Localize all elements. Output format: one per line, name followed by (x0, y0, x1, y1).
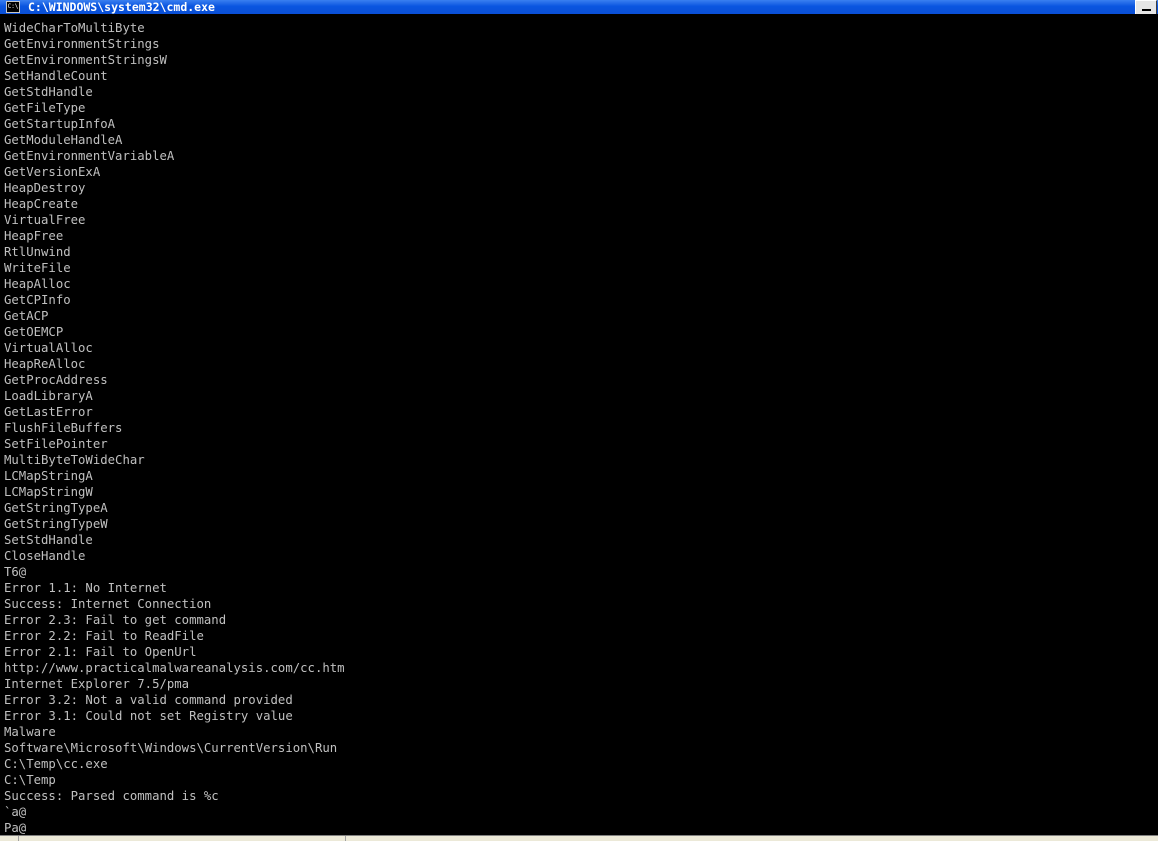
horizontal-scrollbar[interactable] (0, 835, 1158, 841)
console-line: Error 1.1: No Internet (4, 581, 167, 595)
console-line: GetOEMCP (4, 325, 64, 339)
console-line: Success: Parsed command is %c (4, 789, 219, 803)
console-line: Malware (4, 725, 56, 739)
console-line: GetEnvironmentStrings (4, 37, 160, 51)
cmd-window: C:\ C:\WINDOWS\system32\cmd.exe WideChar… (0, 0, 1158, 841)
console-line: T6@ (4, 565, 27, 579)
console-line: C:\Temp (4, 773, 56, 787)
console-line: LoadLibraryA (4, 389, 93, 403)
console-line: GetLastError (4, 405, 93, 419)
console-line: Error 2.3: Fail to get command (4, 613, 227, 627)
console-line: GetEnvironmentStringsW (4, 53, 167, 67)
console-line: LCMapStringA (4, 469, 93, 483)
console-line: C:\Temp\cc.exe (4, 757, 108, 771)
console-line: GetStartupInfoA (4, 117, 116, 131)
console-line: CloseHandle (4, 549, 86, 563)
console-line: Error 3.1: Could not set Registry value (4, 709, 293, 723)
console-line: WideCharToMultiByte (4, 21, 145, 35)
console-line: GetStdHandle (4, 85, 93, 99)
console-line: GetStringTypeW (4, 517, 108, 531)
console-line: GetStringTypeA (4, 501, 108, 515)
console-line: FlushFileBuffers (4, 421, 123, 435)
console-line: LCMapStringW (4, 485, 93, 499)
window-title: C:\WINDOWS\system32\cmd.exe (28, 0, 215, 14)
console-line: Internet Explorer 7.5/pma (4, 677, 190, 691)
console-line: SetFilePointer (4, 437, 108, 451)
console-line: `a@ (4, 805, 27, 819)
console-output[interactable]: WideCharToMultiByte GetEnvironmentStrings… (0, 20, 1150, 835)
console-line: Error 2.2: Fail to ReadFile (4, 629, 204, 643)
scrollbar-divider (18, 836, 19, 841)
console-line: HeapDestroy (4, 181, 86, 195)
console-line: GetEnvironmentVariableA (4, 149, 175, 163)
minimize-button[interactable] (1135, 0, 1157, 14)
console-line: VirtualFree (4, 213, 86, 227)
console-line: HeapReAlloc (4, 357, 86, 371)
console-line: SetHandleCount (4, 69, 108, 83)
console-line: Error 3.2: Not a valid command provided (4, 693, 293, 707)
console-line: HeapFree (4, 229, 64, 243)
console-line: RtlUnwind (4, 245, 71, 259)
console-line: VirtualAlloc (4, 341, 93, 355)
scrollbar-thumb-edge (345, 836, 346, 841)
console-line: Error 2.1: Fail to OpenUrl (4, 645, 197, 659)
console-line: GetProcAddress (4, 373, 108, 387)
console-line: GetACP (4, 309, 49, 323)
console-line: GetCPInfo (4, 293, 71, 307)
minimize-icon (1142, 9, 1151, 11)
console-line: HeapCreate (4, 197, 79, 211)
console-line: MultiByteToWideChar (4, 453, 145, 467)
console-line: SetStdHandle (4, 533, 93, 547)
cmd-icon[interactable]: C:\ (6, 1, 20, 13)
title-bar[interactable]: C:\ C:\WINDOWS\system32\cmd.exe (0, 0, 1158, 14)
console-line: WriteFile (4, 261, 71, 275)
console-line: GetFileType (4, 101, 86, 115)
console-line: http://www.practicalmalwareanalysis.com/… (4, 661, 345, 675)
console-line: HeapAlloc (4, 277, 71, 291)
console-line: Pa@ (4, 821, 27, 835)
console-line: GetModuleHandleA (4, 133, 123, 147)
console-line: Software\Microsoft\Windows\CurrentVersio… (4, 741, 338, 755)
console-line: Success: Internet Connection (4, 597, 212, 611)
console-line: GetVersionExA (4, 165, 101, 179)
